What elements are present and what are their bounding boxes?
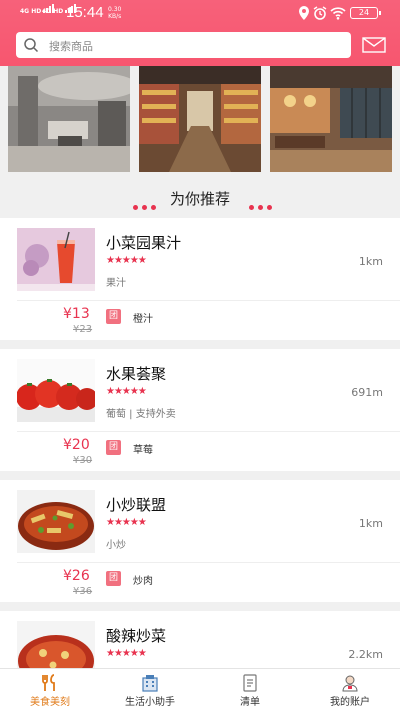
- rating-stars: ★★★★★: [106, 648, 147, 659]
- title-dots-right: [247, 195, 274, 214]
- group-buy-badge: 团: [106, 440, 121, 455]
- fork-spoon-icon: [42, 674, 55, 691]
- tab-label: 生活小助手: [125, 697, 175, 708]
- deal-price: ¥26: [63, 568, 90, 584]
- alarm-icon: [313, 6, 327, 20]
- search-input[interactable]: 搜索商品: [16, 32, 351, 58]
- shop-tags: 葡萄 | 支持外卖: [106, 409, 176, 420]
- shop-thumbnail: [17, 228, 95, 291]
- user-icon: [342, 675, 358, 692]
- deal-name[interactable]: 橙汁: [133, 310, 153, 325]
- deal-name[interactable]: 炒肉: [133, 572, 153, 587]
- network-speed: 0.30 KB/s: [108, 6, 121, 20]
- deal-name[interactable]: 草莓: [133, 441, 153, 456]
- deal-price: ¥13: [63, 306, 90, 322]
- group-buy-badge: 团: [106, 571, 121, 586]
- speed-unit: KB/s: [108, 13, 122, 20]
- shop-distance: 2.2km: [348, 648, 383, 661]
- shop-tags: 果汁: [106, 278, 126, 289]
- tab-food[interactable]: 美食美刻: [0, 669, 100, 711]
- banner-image-supermarket[interactable]: [139, 66, 261, 172]
- recommend-section-title: 为你推荐: [0, 178, 400, 218]
- shop-distance: 1km: [358, 255, 383, 268]
- rating-stars: ★★★★★: [106, 386, 147, 397]
- tab-label: 清单: [240, 697, 260, 708]
- wifi-icon: [330, 7, 346, 20]
- tab-label: 我的账户: [330, 697, 370, 708]
- shop-card[interactable]: 小炒联盟 ★★★★★ 1km 小炒 ¥26 ¥36 团 炒肉: [0, 480, 400, 602]
- original-price: ¥36: [73, 586, 93, 597]
- search-placeholder: 搜索商品: [49, 40, 93, 53]
- shop-thumbnail: [17, 490, 95, 553]
- status-time: 15:44: [66, 4, 104, 21]
- battery-indicator: 24: [350, 7, 381, 19]
- app-header: 4G HD 4G HD 15:44 0.30 KB/s 24 搜索商品: [0, 0, 400, 66]
- shop-name: 酸辣炒菜: [106, 627, 167, 645]
- shop-distance: 691m: [351, 386, 383, 399]
- tab-life-assistant[interactable]: 生活小助手: [100, 669, 200, 711]
- divider: [17, 300, 400, 301]
- shop-name: 水果荟聚: [106, 365, 167, 383]
- banner-image-lobby[interactable]: [8, 66, 130, 172]
- section-heading: 为你推荐: [169, 190, 230, 208]
- bottom-tab-bar: 美食美刻 生活小助手 清单 我的账户: [0, 668, 400, 711]
- rating-stars: ★★★★★: [106, 255, 147, 266]
- signal-2-label: 4G HD: [42, 8, 64, 15]
- banner-image-cafe[interactable]: [270, 66, 392, 172]
- mail-icon[interactable]: [362, 37, 386, 53]
- divider: [17, 562, 400, 563]
- shop-card[interactable]: 水果荟聚 ★★★★★ 691m 葡萄 | 支持外卖 ¥20 ¥30 团 草莓: [0, 349, 400, 471]
- list-icon: [243, 674, 257, 692]
- original-price: ¥30: [73, 455, 93, 466]
- search-icon: [24, 38, 39, 53]
- shop-thumbnail: [17, 359, 95, 422]
- shop-card[interactable]: 小菜园果汁 ★★★★★ 1km 果汁 ¥13 ¥23 团 橙汁: [0, 218, 400, 340]
- building-icon: [142, 675, 158, 692]
- signal-1-label: 4G HD: [20, 8, 42, 15]
- location-icon: [299, 6, 309, 20]
- tab-account[interactable]: 我的账户: [300, 669, 400, 711]
- speed-value: 0.30: [108, 6, 122, 13]
- group-buy-badge: 团: [106, 309, 121, 324]
- shop-name: 小炒联盟: [106, 496, 167, 514]
- status-bar: 4G HD 4G HD 15:44 0.30 KB/s 24: [0, 0, 400, 26]
- original-price: ¥23: [73, 324, 93, 335]
- shop-tags: 小炒: [106, 540, 126, 551]
- tab-list[interactable]: 清单: [200, 669, 300, 711]
- shop-name: 小菜园果汁: [106, 234, 182, 252]
- rating-stars: ★★★★★: [106, 517, 147, 528]
- divider: [17, 431, 400, 432]
- shop-distance: 1km: [358, 517, 383, 530]
- deal-price: ¥20: [63, 437, 90, 453]
- tab-label: 美食美刻: [30, 697, 70, 708]
